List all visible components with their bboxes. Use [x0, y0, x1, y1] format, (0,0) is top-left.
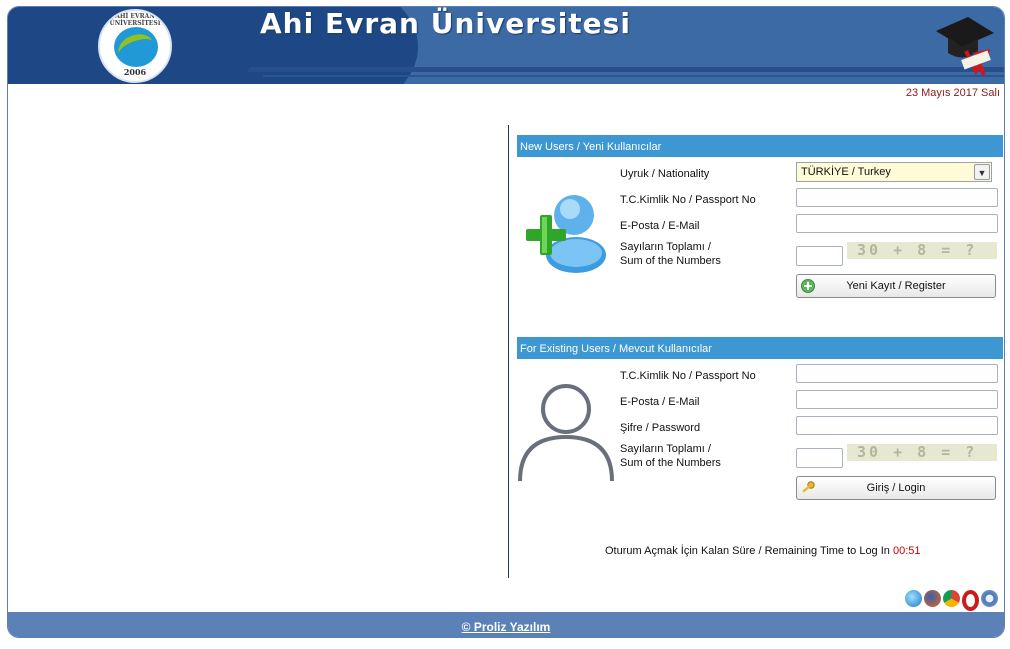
new-captcha-input[interactable] [796, 246, 843, 266]
existing-users-heading: For Existing Users / Mevcut Kullanıcılar [517, 337, 1003, 359]
user-silhouette-icon [518, 384, 614, 482]
new-id-label: T.C.Kimlik No / Passport No [620, 194, 756, 206]
new-id-input[interactable] [796, 188, 998, 207]
login-id-input[interactable] [796, 364, 998, 383]
firefox-icon [924, 590, 941, 607]
university-title: Ahi Evran Üniversitesi [260, 7, 631, 40]
session-timer: Oturum Açmak İçin Kalan Süre / Remaining… [605, 545, 921, 557]
new-email-input[interactable] [796, 214, 998, 233]
nationality-select[interactable]: TÜRKİYE / Turkey ▼ [796, 162, 992, 182]
nationality-label: Uyruk / Nationality [620, 168, 710, 180]
timer-value: 00:51 [892, 545, 921, 557]
header-banner: AHİ EVRAN ÜNİVERSİTESİ 2006 Ahi Evran Ün… [8, 7, 1004, 84]
safari-icon [981, 590, 998, 607]
internet-explorer-icon [905, 590, 922, 607]
new-users-panel: New Users / Yeni Kullanıcılar [517, 135, 1003, 157]
password-label: Şifre / Password [620, 422, 701, 434]
new-captcha-image: 30 + 8 = ? [847, 242, 997, 259]
graduation-cap-icon [936, 17, 994, 76]
key-icon [802, 481, 815, 493]
login-email-input[interactable] [796, 390, 998, 409]
chrome-icon [943, 590, 960, 607]
register-button[interactable]: Yeni Kayıt / Register [796, 274, 996, 298]
existing-users-panel: For Existing Users / Mevcut Kullanıcılar [517, 337, 1003, 359]
login-captcha-input[interactable] [796, 448, 843, 468]
login-button[interactable]: Giriş / Login [796, 476, 996, 500]
chevron-down-icon: ▼ [974, 164, 990, 180]
browser-icons [905, 590, 998, 611]
footer-bar: © Proliz Yazılım [8, 612, 1004, 637]
proliz-link[interactable]: © Proliz Yazılım [462, 620, 551, 634]
password-input[interactable] [796, 416, 998, 435]
opera-icon [962, 590, 979, 611]
page-frame: AHİ EVRAN ÜNİVERSİTESİ 2006 Ahi Evran Ün… [7, 6, 1005, 638]
login-sum-label: Sayıların Toplamı / Sum of the Numbers [620, 443, 721, 469]
divider [508, 125, 509, 578]
login-email-label: E-Posta / E-Mail [620, 396, 700, 408]
new-users-heading: New Users / Yeni Kullanıcılar [517, 135, 1003, 157]
login-id-label: T.C.Kimlik No / Passport No [620, 370, 756, 382]
new-email-label: E-Posta / E-Mail [620, 220, 700, 232]
university-logo: AHİ EVRAN ÜNİVERSİTESİ 2006 [98, 9, 172, 83]
new-sum-label: Sayıların Toplamı / Sum of the Numbers [620, 241, 721, 267]
add-user-icon [526, 195, 606, 273]
current-date: 23 Mayıs 2017 Salı [905, 87, 1000, 99]
plus-circle-icon [801, 279, 815, 293]
login-captcha-image: 30 + 8 = ? [847, 444, 997, 461]
